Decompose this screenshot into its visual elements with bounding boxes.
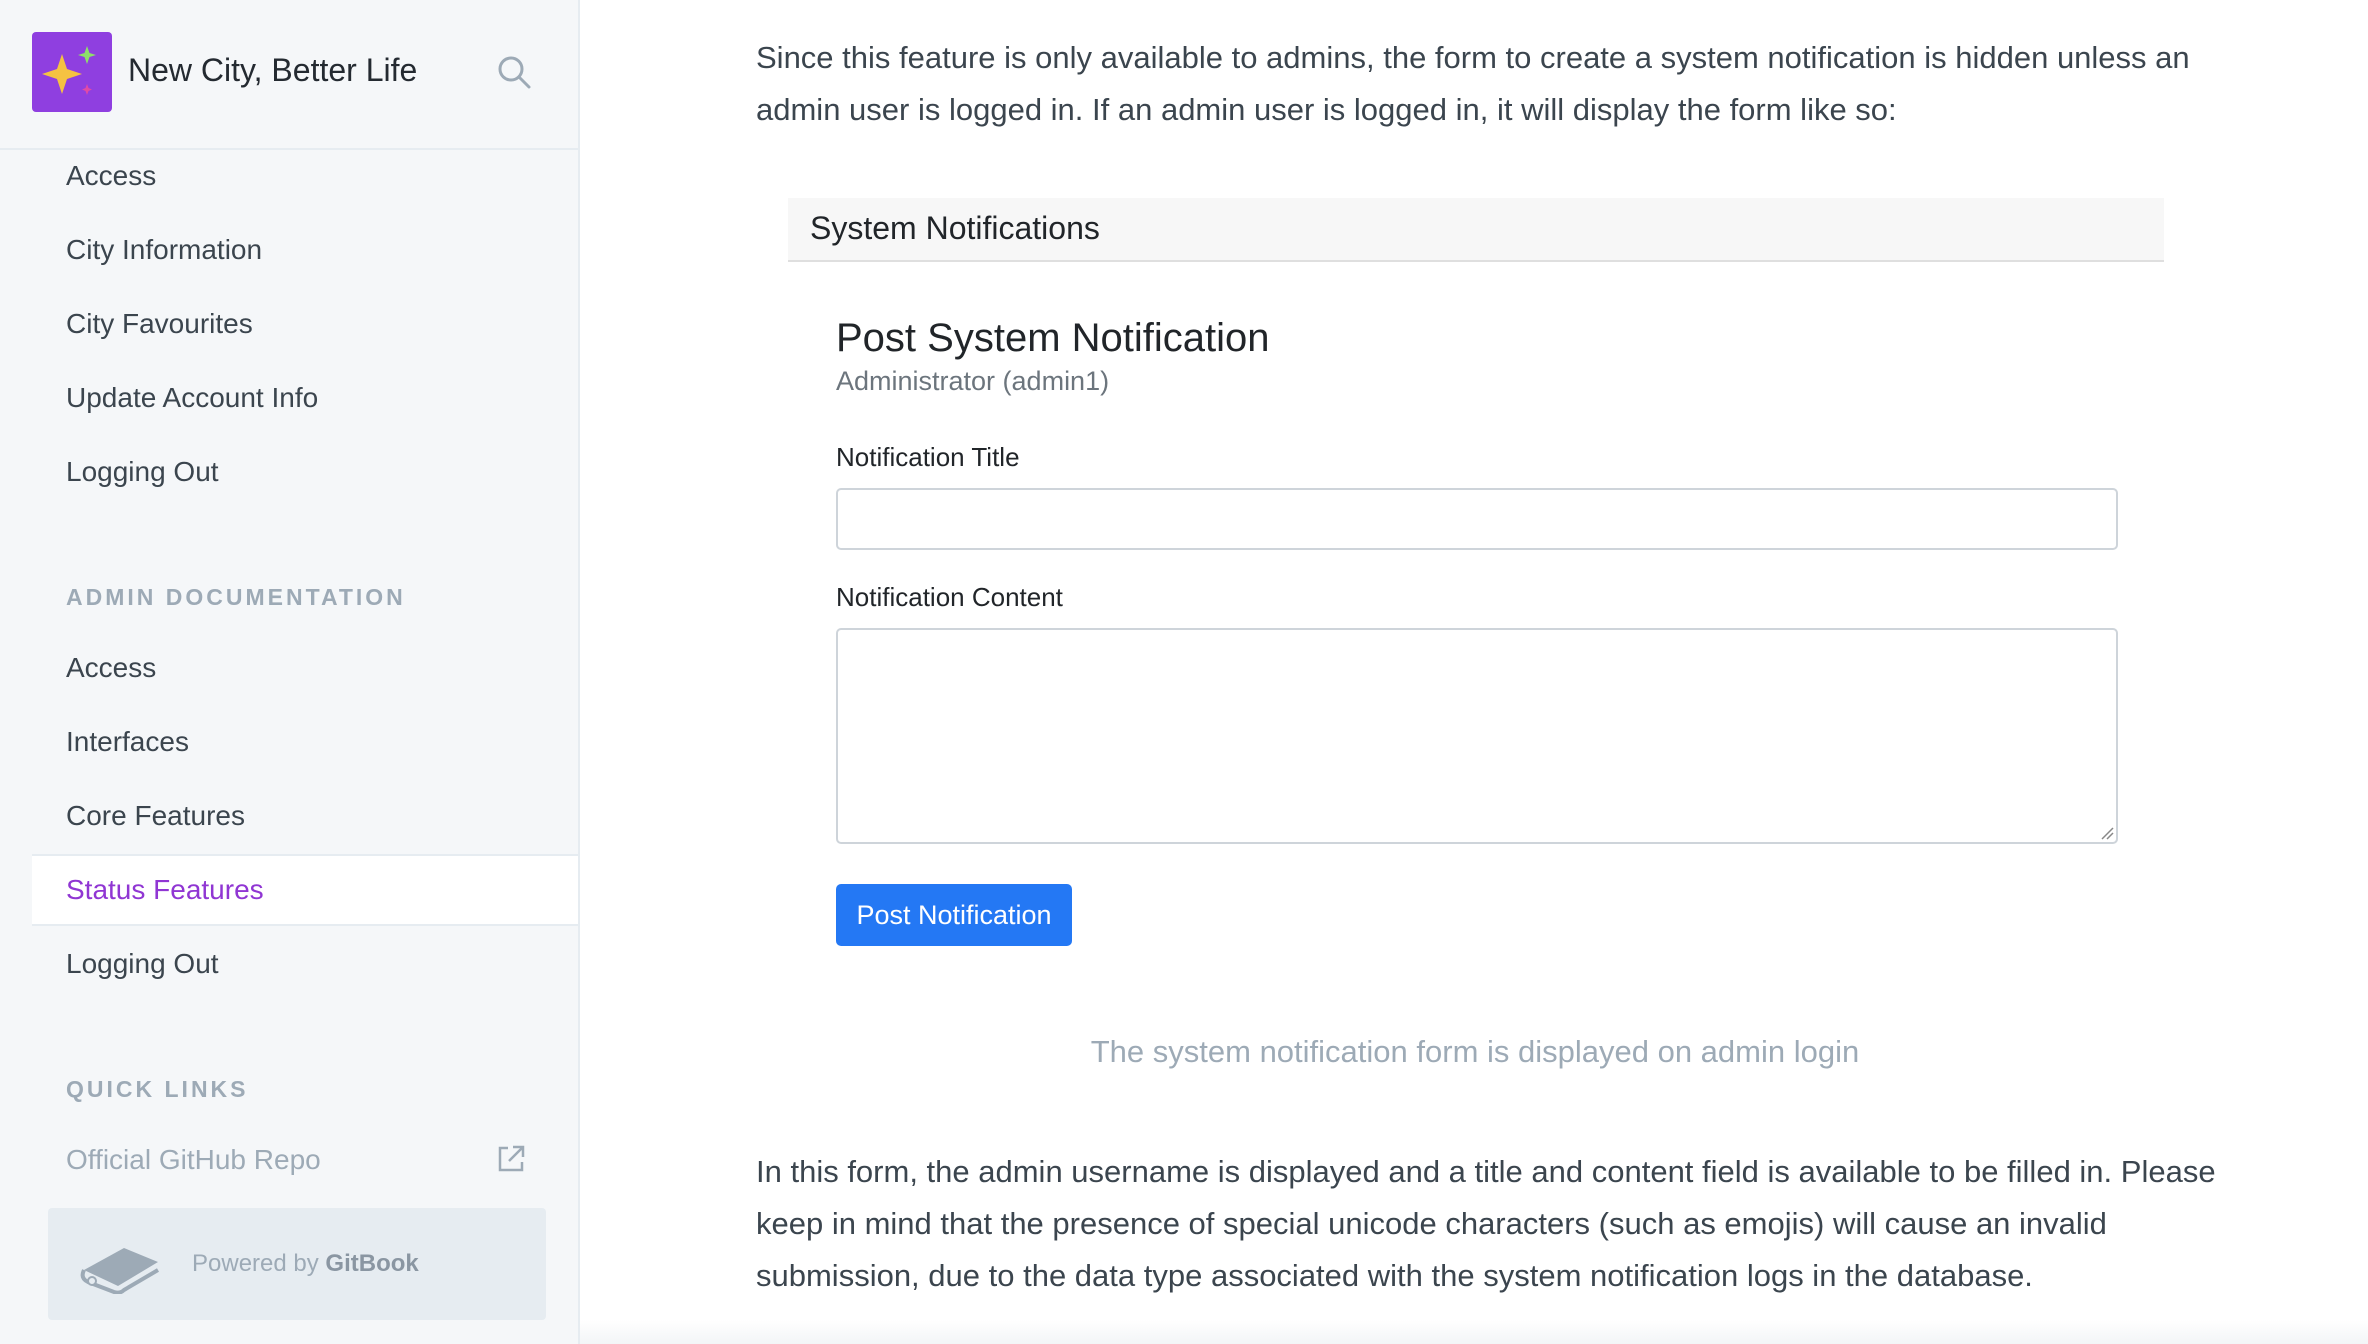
sidebar-item-city-information[interactable]: City Information: [66, 234, 262, 266]
notification-title-label: Notification Title: [836, 442, 1020, 472]
system-notification-figure: System Notifications Post System Notific…: [788, 198, 2164, 950]
site-title[interactable]: New City, Better Life: [128, 52, 417, 89]
gitbook-icon: [80, 1248, 160, 1294]
notification-content-textarea[interactable]: [836, 628, 2118, 844]
intro-paragraph: Since this feature is only available to …: [756, 40, 2190, 127]
resize-grip-icon[interactable]: [2100, 826, 2114, 840]
notification-content-label: Notification Content: [836, 582, 1063, 612]
site-logo[interactable]: [32, 32, 112, 112]
scroll-shadow: [580, 1320, 2368, 1344]
card-header: System Notifications: [788, 198, 2164, 262]
card-header-title: System Notifications: [810, 210, 1100, 246]
sidebar-item-admin-logging-out[interactable]: Logging Out: [66, 948, 219, 980]
powered-by-text: Powered by GitBook: [192, 1250, 419, 1278]
sidebar-item-label: Status Features: [66, 874, 264, 905]
sidebar-item-core-features[interactable]: Core Features: [66, 800, 245, 832]
gitbook-brand: GitBook: [325, 1250, 419, 1277]
post-notification-button[interactable]: Post Notification: [836, 884, 1072, 946]
sparkles-icon: [42, 46, 96, 95]
quick-link-github-repo[interactable]: Official GitHub Repo: [66, 1144, 321, 1176]
section-heading-admin-documentation: ADMIN DOCUMENTATION: [66, 584, 406, 610]
section-heading-quick-links: QUICK LINKS: [66, 1076, 249, 1102]
sidebar-header: New City, Better Life: [0, 0, 578, 150]
closing-paragraph: In this form, the admin username is disp…: [756, 1154, 2216, 1293]
sidebar-item-city-favourites[interactable]: City Favourites: [66, 308, 253, 340]
form-title: Post System Notification: [836, 316, 1270, 360]
sidebar: New City, Better Life Access City Inform…: [0, 0, 580, 1344]
powered-by-label: Powered by: [192, 1250, 326, 1277]
sidebar-item-status-features[interactable]: Status Features: [32, 854, 578, 926]
sidebar-item-access[interactable]: Access: [66, 160, 156, 192]
search-icon[interactable]: [496, 54, 532, 90]
sidebar-item-admin-access[interactable]: Access: [66, 652, 156, 684]
powered-by-gitbook[interactable]: Powered by GitBook: [48, 1208, 546, 1320]
sidebar-item-update-account-info[interactable]: Update Account Info: [66, 382, 318, 414]
figure-caption: The system notification form is displaye…: [1090, 1034, 1860, 1069]
external-link-icon[interactable]: [496, 1144, 526, 1174]
sidebar-item-interfaces[interactable]: Interfaces: [66, 726, 189, 758]
sidebar-item-logging-out[interactable]: Logging Out: [66, 456, 219, 488]
form-subtitle: Administrator (admin1): [836, 366, 1110, 396]
notification-title-input[interactable]: [836, 488, 2118, 550]
